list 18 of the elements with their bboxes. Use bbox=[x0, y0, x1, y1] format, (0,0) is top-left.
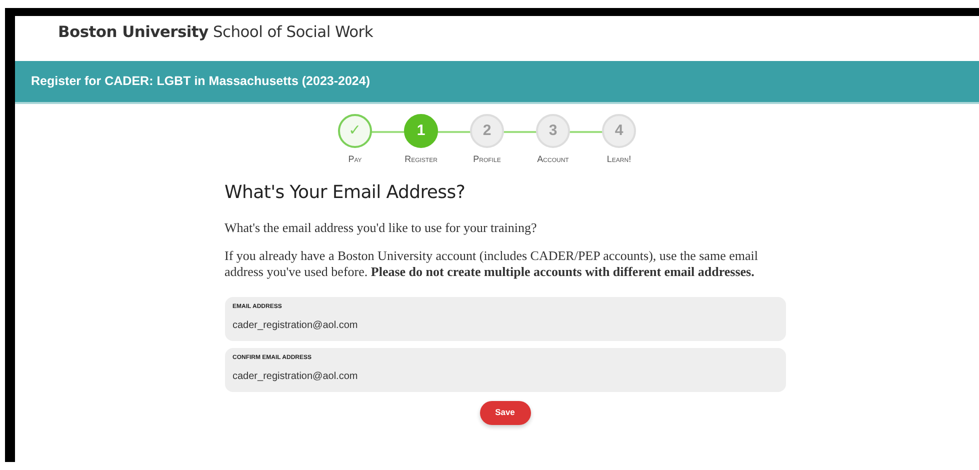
step-label: Register bbox=[404, 153, 438, 166]
step-label: Account bbox=[537, 153, 569, 166]
step-circle: 2 bbox=[470, 114, 504, 148]
step-label: Learn! bbox=[606, 153, 632, 166]
step-circle: 1 bbox=[404, 114, 438, 148]
step-circle: 3 bbox=[536, 114, 570, 148]
email-input[interactable]: cader_registration@aol.com bbox=[232, 318, 778, 334]
page-title: Register for CADER: LGBT in Massachusetts (2023-2024) bbox=[31, 73, 370, 90]
step-label: Profile bbox=[473, 153, 501, 166]
step-circle: ✓ bbox=[338, 114, 372, 148]
site-title: Boston University School of Social Work bbox=[58, 23, 374, 41]
save-button[interactable]: Save bbox=[480, 400, 530, 425]
paragraph: If you already have a Boston University account (includes CADER/PEP accounts), use the same email address you've used before. Please do not create multiple accounts with different email addresses. bbox=[224, 248, 759, 280]
email-input[interactable]: cader_registration@aol.com bbox=[232, 369, 778, 384]
step-circle: 4 bbox=[602, 114, 636, 148]
step-label: Pay bbox=[348, 153, 362, 166]
heading: What's Your Email Address? bbox=[224, 180, 466, 204]
paragraph: What's the email address you'd like to use for your training? bbox=[224, 220, 538, 236]
